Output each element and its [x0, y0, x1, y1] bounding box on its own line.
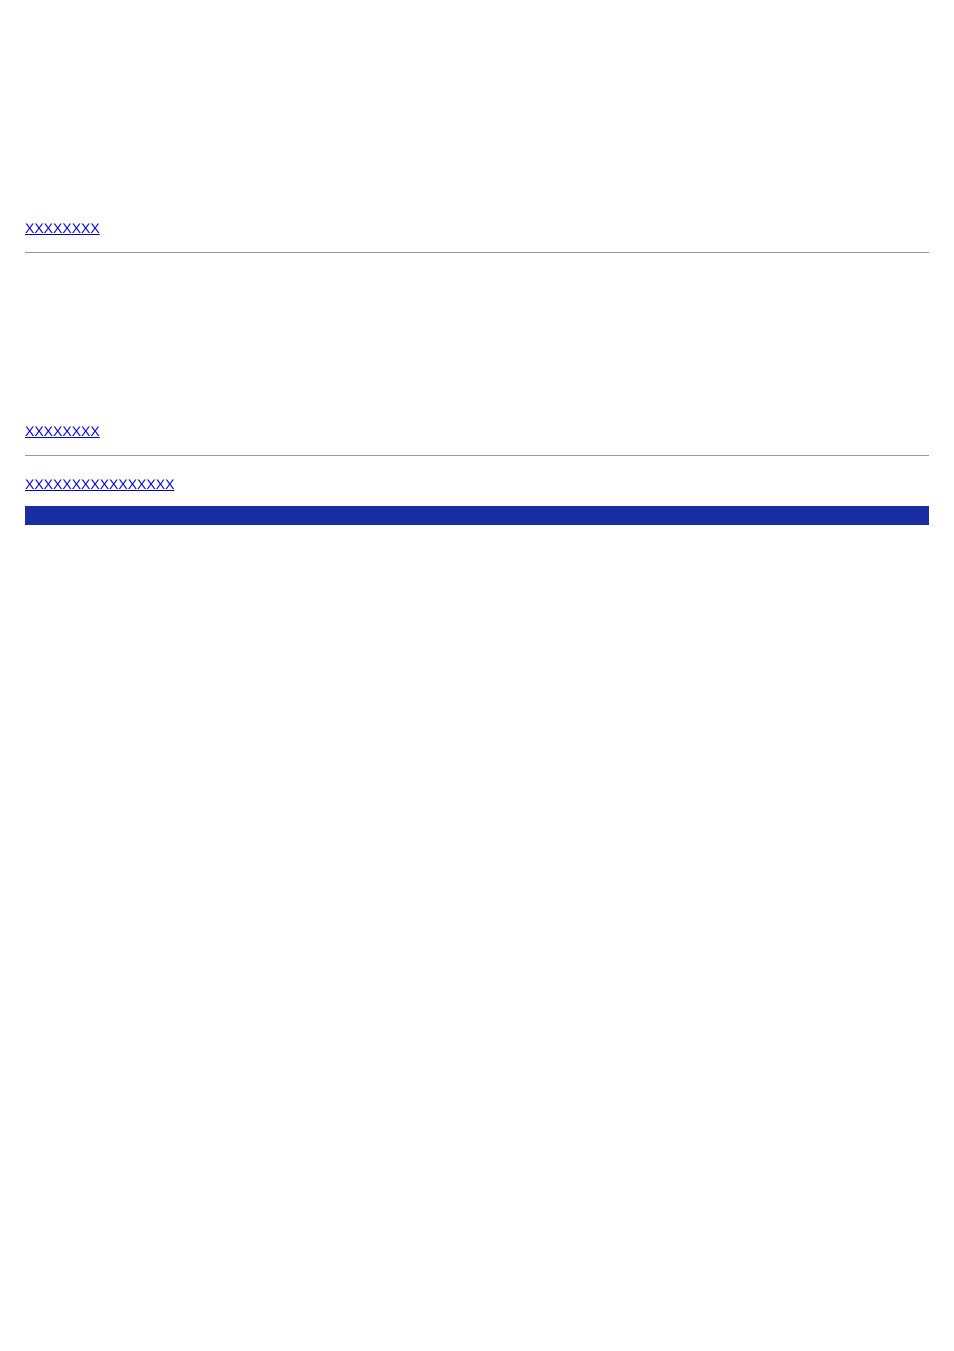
link-section-1: XXXXXXXX — [25, 220, 929, 253]
divider-2 — [25, 455, 929, 456]
link-section-2: XXXXXXXX — [25, 423, 929, 456]
blue-bar — [25, 506, 929, 525]
spacer — [25, 25, 929, 220]
divider-1 — [25, 252, 929, 253]
link-second[interactable]: XXXXXXXX — [25, 423, 100, 439]
link-first[interactable]: XXXXXXXX — [25, 220, 100, 236]
page-content: XXXXXXXX XXXXXXXX XXXXXXXXXXXXXXXX — [25, 25, 929, 525]
spacer — [25, 273, 929, 423]
link-third[interactable]: XXXXXXXXXXXXXXXX — [25, 476, 174, 492]
link-section-3: XXXXXXXXXXXXXXXX — [25, 476, 929, 494]
